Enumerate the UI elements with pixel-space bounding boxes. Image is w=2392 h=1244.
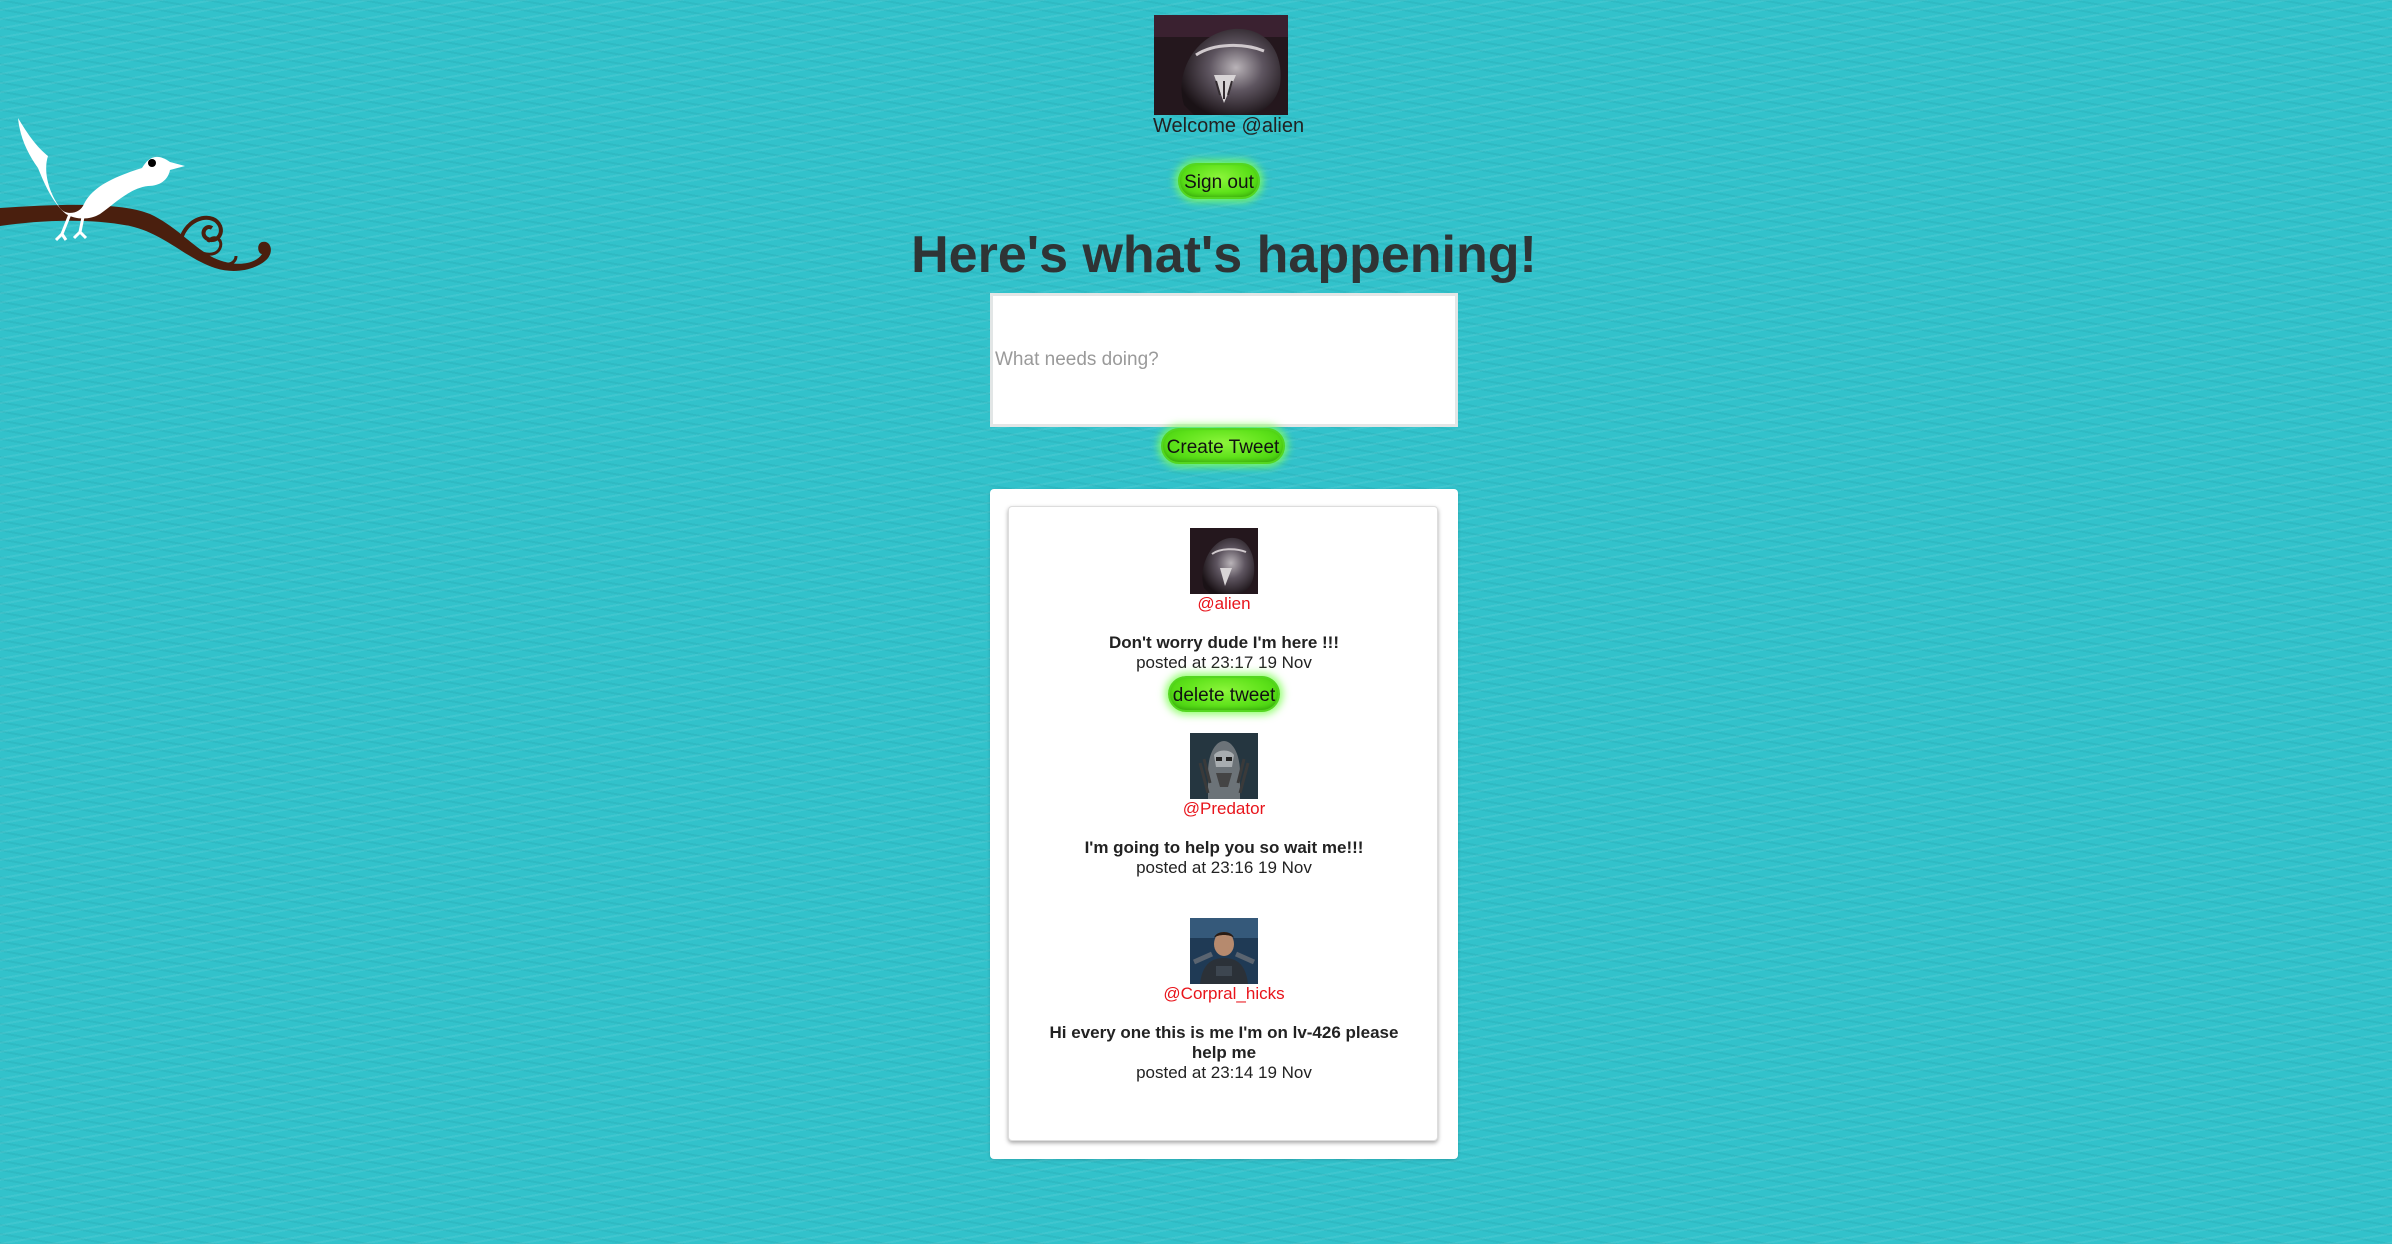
hicks-avatar[interactable]: [1190, 918, 1258, 984]
tweet-item: @Predator I'm going to help you so wait …: [1009, 733, 1439, 878]
tweet-item: @Corpral_hicks Hi every one this is me I…: [1009, 918, 1439, 1083]
tweet-timestamp: posted at 23:16 19 Nov: [1136, 858, 1312, 877]
user-avatar: [1154, 15, 1288, 115]
welcome-text: Welcome @alien: [1153, 115, 1305, 137]
tweet-handle[interactable]: @Corpral_hicks: [1009, 984, 1439, 1004]
tweet-item: @alien Don't worry dude I'm here !!! pos…: [1009, 528, 1439, 712]
tweet-feed: @alien Don't worry dude I'm here !!! pos…: [990, 489, 1458, 1159]
tweet-text: I'm going to help you so wait me!!!: [1084, 838, 1364, 857]
create-tweet-button[interactable]: Create Tweet: [1161, 428, 1285, 464]
page-title: Here's what's happening!: [911, 226, 1537, 284]
tweet-text: Don't worry dude I'm here !!!: [1108, 633, 1340, 652]
predator-avatar[interactable]: [1190, 733, 1258, 799]
sign-out-button[interactable]: Sign out: [1178, 163, 1260, 199]
bird-logo: [0, 118, 271, 271]
alien-avatar[interactable]: [1190, 528, 1258, 594]
tweet-handle[interactable]: @alien: [1009, 594, 1439, 614]
tweet-timestamp: posted at 23:14 19 Nov: [1136, 1063, 1312, 1082]
tweet-text: Hi every one this is me I'm on lv-426 pl…: [1049, 1023, 1399, 1062]
profile-header: Welcome @alien: [1153, 15, 1305, 137]
tweet-handle[interactable]: @Predator: [1009, 799, 1439, 819]
tweet-list: @alien Don't worry dude I'm here !!! pos…: [1008, 506, 1438, 1141]
tweet-timestamp: posted at 23:17 19 Nov: [1136, 653, 1312, 672]
compose-input[interactable]: [990, 293, 1458, 427]
delete-tweet-button[interactable]: delete tweet: [1168, 676, 1280, 712]
